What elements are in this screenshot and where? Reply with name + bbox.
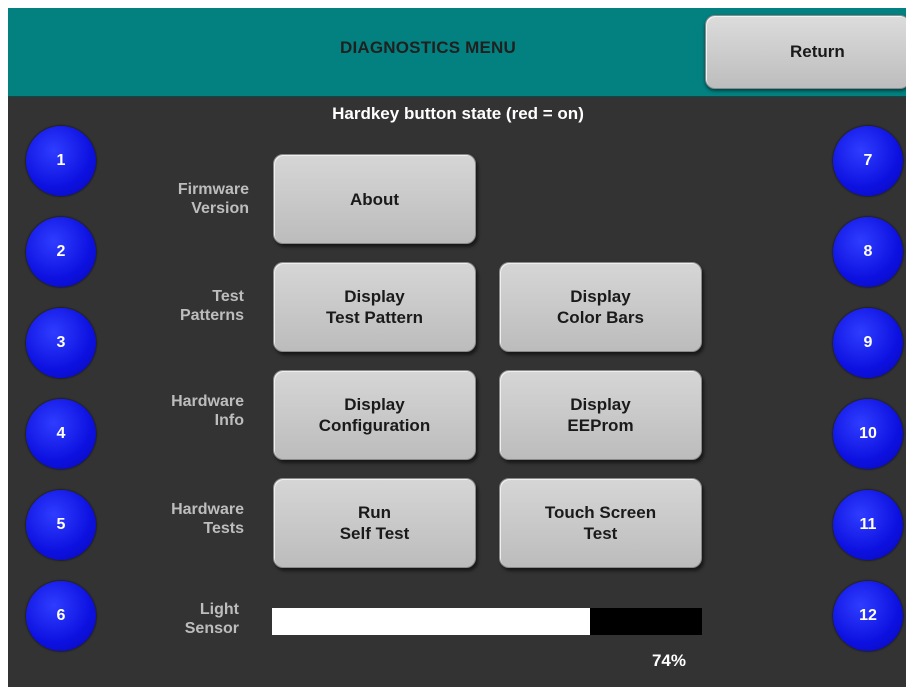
hardware-info-label: Hardware Info bbox=[171, 393, 244, 429]
run-self-test-button[interactable]: Run Self Test bbox=[273, 478, 476, 568]
hardkey-indicator-2: 2 bbox=[26, 217, 96, 287]
hardkey-indicator-4: 4 bbox=[26, 399, 96, 469]
test-patterns-label: Test Patterns bbox=[179, 288, 244, 324]
header-bar: DIAGNOSTICS MENU Return bbox=[8, 8, 906, 97]
light-sensor-bar bbox=[272, 608, 702, 635]
light-sensor-label: Light Sensor bbox=[184, 601, 239, 637]
hardkey-indicator-7: 7 bbox=[833, 126, 903, 196]
page-title: DIAGNOSTICS MENU bbox=[339, 38, 517, 57]
hardkey-indicator-9: 9 bbox=[833, 308, 903, 378]
display-configuration-button[interactable]: Display Configuration bbox=[273, 370, 476, 460]
hardkey-indicator-6: 6 bbox=[26, 581, 96, 651]
light-sensor-fill bbox=[272, 608, 590, 635]
hardkey-indicator-11: 11 bbox=[833, 490, 903, 560]
about-button[interactable]: About bbox=[273, 154, 476, 244]
return-button[interactable]: Return bbox=[705, 15, 906, 89]
hardkey-indicator-3: 3 bbox=[26, 308, 96, 378]
diagnostics-screen: DIAGNOSTICS MENU Return Hardkey button s… bbox=[8, 8, 906, 687]
hardware-tests-label: Hardware Tests bbox=[171, 501, 244, 537]
touch-screen-test-button[interactable]: Touch Screen Test bbox=[499, 478, 702, 568]
display-color-bars-button[interactable]: Display Color Bars bbox=[499, 262, 702, 352]
hardkey-indicator-10: 10 bbox=[833, 399, 903, 469]
hardkey-state-caption: Hardkey button state (red = on) bbox=[332, 104, 584, 123]
light-sensor-value: 74% bbox=[651, 651, 686, 670]
hardkey-indicator-1: 1 bbox=[26, 126, 96, 196]
hardkey-indicator-5: 5 bbox=[26, 490, 96, 560]
display-test-pattern-button[interactable]: Display Test Pattern bbox=[273, 262, 476, 352]
firmware-version-label: Firmware Version bbox=[177, 181, 249, 217]
hardkey-indicator-8: 8 bbox=[833, 217, 903, 287]
display-eeprom-button[interactable]: Display EEProm bbox=[499, 370, 702, 460]
hardkey-indicator-12: 12 bbox=[833, 581, 903, 651]
